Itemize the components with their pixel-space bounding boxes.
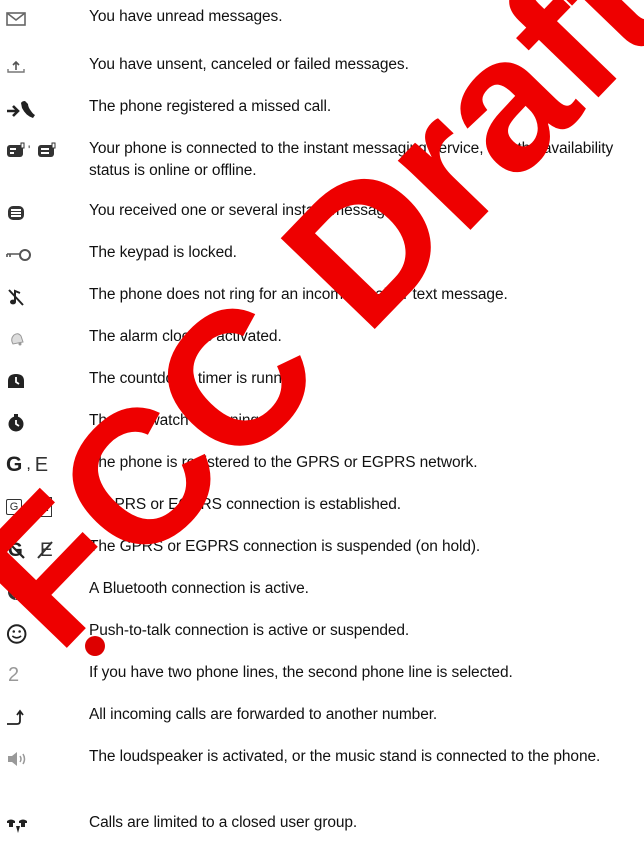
- alarm-bell-icon: [6, 328, 78, 350]
- list-item-text: A Bluetooth connection is active.: [89, 580, 309, 597]
- list-item-text: The GPRS or EGPRS connection is suspende…: [89, 538, 481, 555]
- silent-icon: [6, 286, 78, 308]
- egprs-box-letter: E: [34, 497, 53, 517]
- closed-user-group-icon: [6, 814, 78, 836]
- gprs-letter: G: [6, 453, 23, 476]
- separator: ,: [26, 456, 31, 473]
- list-item-text: The stopwatch is running.: [89, 412, 264, 429]
- list-item-text: If you have two phone lines, the second …: [89, 664, 513, 681]
- list-item-text: Calls are limited to a closed user group…: [89, 814, 358, 831]
- list-item-text: You have unread messages.: [89, 8, 283, 25]
- instant-message-icon: [6, 202, 78, 224]
- key-icon: [6, 244, 78, 266]
- gprs-egprs-registered-icon: G , E: [6, 453, 78, 476]
- list-item-text: The phone is registered to the GPRS or E…: [89, 454, 478, 471]
- gprs-egprs-suspended-icon: GE: [6, 538, 78, 560]
- gprs-egprs-connected-icon: G , E: [6, 496, 78, 518]
- svg-text:': ': [28, 143, 30, 157]
- list-item-text: The phone registered a missed call.: [89, 98, 332, 115]
- gprs-box-letter: G: [6, 499, 22, 515]
- list-item-text: Your phone is connected to the instant m…: [89, 140, 614, 179]
- countdown-timer-icon: [6, 370, 78, 392]
- bluetooth-icon: [6, 580, 78, 602]
- list-item-text: The phone does not ring for an incoming …: [89, 286, 508, 303]
- call-forward-icon: [6, 706, 78, 728]
- missed-call-icon: [6, 98, 78, 120]
- outbox-icon: [6, 56, 78, 78]
- list-item-text: A GPRS or EGPRS connection is establishe…: [89, 496, 401, 513]
- list-item-text: You received one or several instant mess…: [89, 202, 406, 219]
- stopwatch-icon: [6, 412, 78, 434]
- list-item-text: The keypad is locked.: [89, 244, 237, 261]
- list-item-text: Push-to-talk connection is active or sus…: [89, 622, 410, 639]
- push-to-talk-icon: ,: [6, 622, 78, 644]
- indicator-list: You have unread messages. You have unsen…: [0, 0, 644, 854]
- list-item-text: The alarm clock is activated.: [89, 328, 282, 345]
- egprs-letter: E: [34, 453, 49, 476]
- list-item-text: The countdown timer is running.: [89, 370, 307, 387]
- envelope-icon: [6, 8, 78, 30]
- list-item-text: The loudspeaker is activated, or the mus…: [89, 748, 601, 765]
- list-item-text: All incoming calls are forwarded to anot…: [89, 706, 438, 723]
- second-line-icon: 2: [6, 664, 78, 686]
- separator: ,: [26, 498, 31, 515]
- svg-text:,: ,: [64, 628, 67, 641]
- instant-messaging-status-icon: ': [6, 140, 78, 162]
- loudspeaker-icon: [6, 748, 78, 770]
- second-line-glyph: 2: [8, 663, 20, 686]
- list-item-text: You have unsent, canceled or failed mess…: [89, 56, 409, 73]
